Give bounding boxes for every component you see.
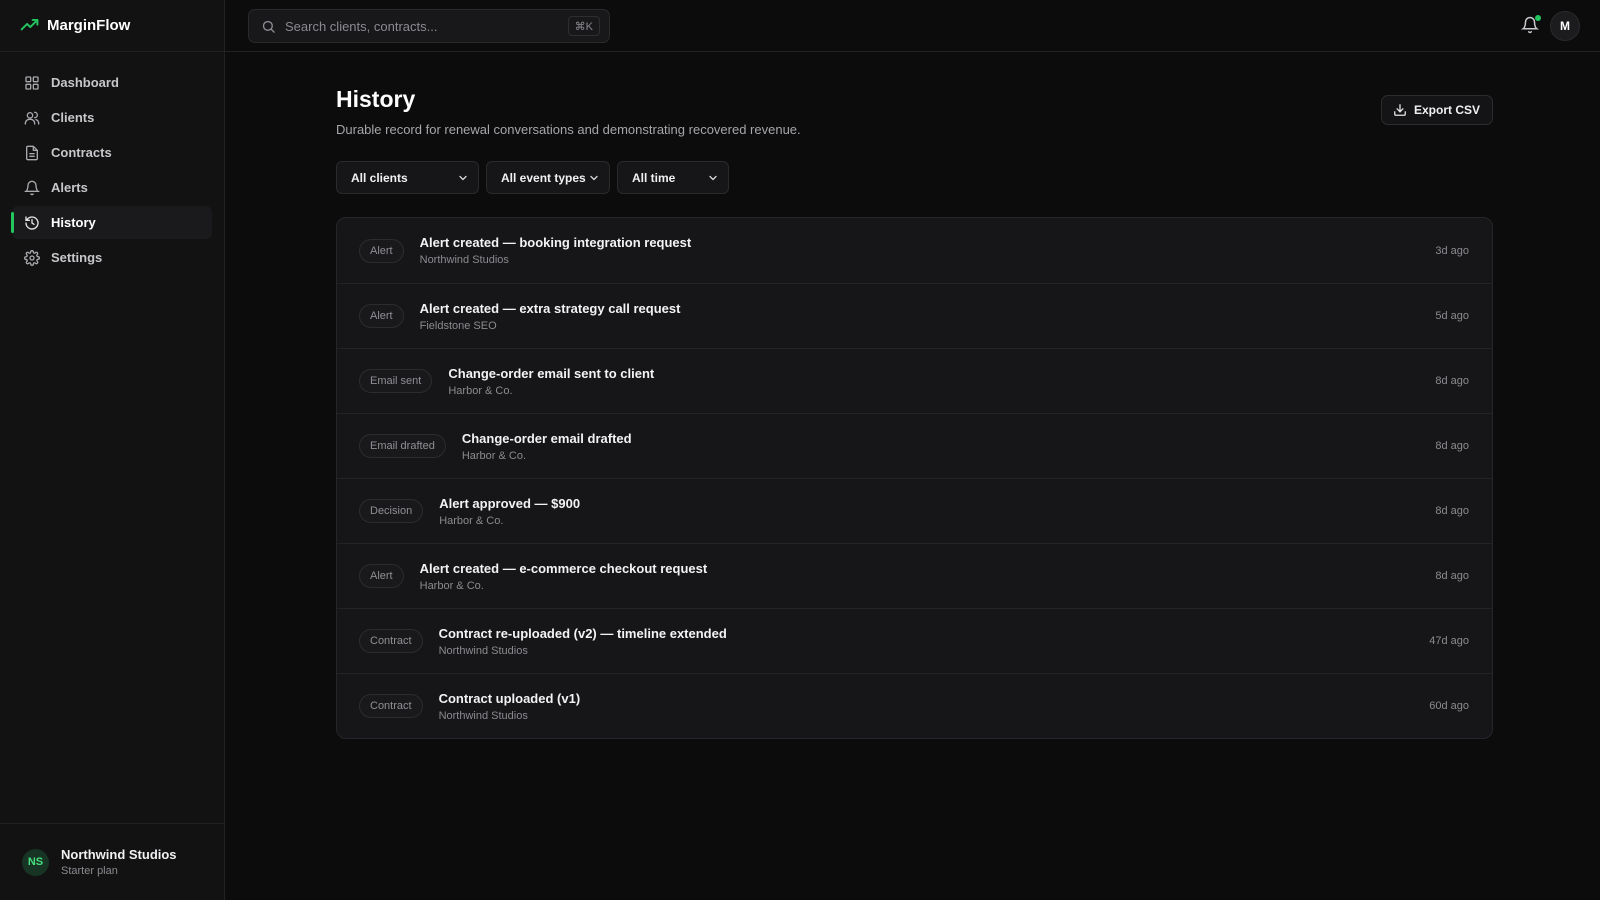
event-title: Change-order email sent to client (448, 365, 655, 381)
chevron-down-icon (457, 172, 469, 184)
event-time: 8d ago (1435, 375, 1469, 387)
history-icon (23, 214, 40, 231)
event-client: Fieldstone SEO (419, 319, 497, 332)
chevron-down-icon (588, 172, 600, 184)
sidebar-nav: Dashboard Clients Contracts Alerts Histo… (0, 52, 224, 274)
workspace-plan: Starter plan (61, 865, 118, 877)
sidebar-item-label: Settings (51, 250, 103, 265)
event-title: Alert created — booking integration requ… (419, 235, 692, 250)
event-time: 8d ago (1435, 440, 1469, 452)
event-title: Alert approved — $900 (439, 495, 581, 511)
history-event-list: Alert Alert created — booking integratio… (336, 217, 1493, 739)
grid-icon (23, 74, 40, 91)
history-event-row[interactable]: Contract Contract re-uploaded (v2) — tim… (337, 608, 1492, 673)
sidebar-item-label: Clients (51, 110, 95, 125)
event-type-badge: Email sent (359, 369, 433, 393)
event-time: 60d ago (1429, 700, 1469, 712)
sidebar-item-label: Dashboard (51, 75, 119, 90)
sidebar-item-label: History (51, 215, 96, 230)
trending-up-icon (20, 16, 39, 35)
export-csv-label: Export CSV (1413, 103, 1480, 117)
select-value: All time (632, 170, 676, 185)
sidebar-item-alerts[interactable]: Alerts (12, 171, 212, 204)
workspace-switcher[interactable]: NS Northwind Studios Starter plan (0, 823, 225, 900)
event-type-badge: Alert (359, 564, 404, 588)
sidebar-item-clients[interactable]: Clients (12, 101, 212, 134)
client-filter-select[interactable]: All clients (336, 161, 479, 194)
event-title: Change-order email drafted (461, 430, 632, 446)
document-icon (23, 144, 40, 161)
event-client: Northwind Studios (438, 644, 528, 657)
sidebar-item-history[interactable]: History (11, 206, 212, 239)
event-time: 8d ago (1435, 505, 1469, 517)
sidebar-item-contracts[interactable]: Contracts (12, 136, 212, 169)
event-client: Harbor & Co. (439, 514, 504, 527)
event-type-badge: Alert (359, 238, 404, 263)
select-value: All clients (351, 170, 408, 185)
event-type-badge: Alert (359, 304, 404, 328)
event-client: Northwind Studios (438, 709, 528, 722)
event-time: 47d ago (1429, 635, 1469, 647)
search-box[interactable]: ⌘K (248, 9, 610, 43)
brand-name: MarginFlow (47, 17, 131, 34)
chevron-down-icon (707, 172, 719, 184)
history-event-row[interactable]: Alert Alert created — booking integratio… (337, 218, 1492, 283)
history-event-row[interactable]: Contract Contract uploaded (v1) Northwin… (337, 673, 1492, 738)
event-time: 8d ago (1435, 570, 1469, 582)
history-event-row[interactable]: Alert Alert created — e-commerce checkou… (337, 543, 1492, 608)
search-input[interactable] (285, 18, 559, 34)
download-icon (1393, 103, 1407, 117)
history-event-row[interactable]: Decision Alert approved — $900 Harbor & … (337, 478, 1492, 543)
shortcut-hint: ⌘K (567, 16, 600, 36)
event-type-badge: Contract (359, 694, 423, 718)
event-type-filter-select[interactable]: All event types (486, 161, 610, 194)
notifications-button[interactable] (1521, 15, 1541, 36)
event-client: Northwind Studios (419, 254, 509, 266)
select-value: All event types (501, 170, 586, 185)
bell-icon (23, 179, 40, 196)
topbar: ⌘K M (225, 0, 1600, 52)
brand[interactable]: MarginFlow (0, 0, 224, 52)
event-type-badge: Email drafted (359, 434, 446, 458)
event-title: Contract uploaded (v1) (438, 690, 581, 706)
sidebar-item-dashboard[interactable]: Dashboard (12, 66, 212, 99)
users-icon (23, 109, 40, 126)
history-event-row[interactable]: Email sent Change-order email sent to cl… (337, 348, 1492, 413)
page-subtitle: Durable record for renewal conversations… (336, 122, 801, 137)
notification-dot (1535, 15, 1541, 21)
sidebar: MarginFlow Dashboard Clients Contracts A… (0, 0, 225, 900)
history-event-row[interactable]: Email drafted Change-order email drafted… (337, 413, 1492, 478)
sidebar-item-label: Contracts (51, 145, 112, 160)
event-title: Alert created — e-commerce checkout requ… (419, 560, 708, 576)
event-type-badge: Decision (359, 499, 424, 523)
event-client: Harbor & Co. (419, 579, 484, 592)
export-csv-button[interactable]: Export CSV (1380, 95, 1493, 125)
workspace-avatar: NS (22, 848, 49, 876)
page-title: History (336, 86, 416, 112)
event-type-badge: Contract (359, 629, 423, 653)
event-title: Contract re-uploaded (v2) — timeline ext… (438, 625, 727, 641)
filters: All clients All event types All time (336, 161, 729, 194)
history-event-row[interactable]: Alert Alert created — extra strategy cal… (337, 283, 1492, 348)
sidebar-item-settings[interactable]: Settings (12, 241, 212, 274)
event-time: 5d ago (1435, 310, 1469, 322)
sidebar-item-label: Alerts (51, 180, 88, 195)
event-client: Harbor & Co. (448, 384, 513, 397)
event-client: Harbor & Co. (461, 449, 527, 462)
gear-icon (23, 249, 40, 266)
event-title: Alert created — extra strategy call requ… (419, 300, 681, 316)
event-time: 3d ago (1435, 244, 1469, 257)
workspace-name: Northwind Studios (61, 847, 177, 862)
search-icon (261, 19, 276, 34)
time-filter-select[interactable]: All time (617, 161, 729, 194)
user-avatar[interactable]: M (1550, 11, 1580, 41)
